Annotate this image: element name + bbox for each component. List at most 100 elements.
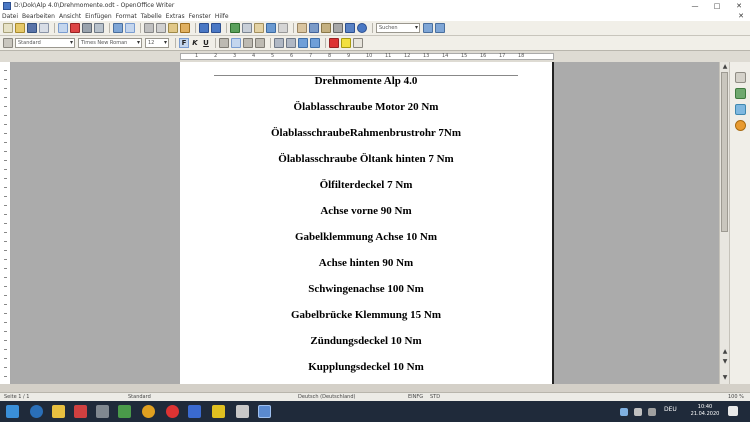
- sidebar-gallery-icon[interactable]: [735, 104, 746, 115]
- find-replace-icon[interactable]: [297, 23, 307, 33]
- volume-icon[interactable]: [634, 408, 642, 416]
- close-button[interactable]: ✕: [728, 0, 750, 11]
- minimize-button[interactable]: —: [684, 0, 706, 11]
- file-explorer-icon[interactable]: [52, 405, 65, 418]
- taskbar-app-icon[interactable]: [212, 405, 225, 418]
- taskbar-app-icon[interactable]: [96, 405, 109, 418]
- italic-button[interactable]: K: [190, 38, 200, 48]
- align-right-icon[interactable]: [243, 38, 253, 48]
- highlight-icon[interactable]: [341, 38, 351, 48]
- find-next-icon[interactable]: [423, 23, 433, 33]
- image-icon[interactable]: [254, 23, 264, 33]
- font-color-icon[interactable]: [329, 38, 339, 48]
- increase-indent-icon[interactable]: [310, 38, 320, 48]
- paste-icon[interactable]: [168, 23, 178, 33]
- menu-file[interactable]: Datei: [2, 13, 18, 20]
- copy-icon[interactable]: [156, 23, 166, 33]
- document-line[interactable]: Ölfilterdeckel 7 Nm: [180, 179, 552, 205]
- bullets-icon[interactable]: [286, 38, 296, 48]
- numbering-icon[interactable]: [274, 38, 284, 48]
- vertical-scrollbar[interactable]: ▲ ▲ ▼ ▼: [719, 62, 729, 384]
- document-line[interactable]: Kupplungsdeckel 10 Nm: [180, 361, 552, 384]
- vertical-ruler[interactable]: [0, 62, 11, 384]
- redo-icon[interactable]: [211, 23, 221, 33]
- sidebar-navigator-icon[interactable]: [735, 120, 746, 131]
- document-line[interactable]: ÖlablasschraubeRahmenbrustrohr 7Nm: [180, 127, 552, 153]
- save-icon[interactable]: [27, 23, 37, 33]
- justify-icon[interactable]: [255, 38, 265, 48]
- print-icon[interactable]: [82, 23, 92, 33]
- nonprinting-chars-icon[interactable]: [333, 23, 343, 33]
- decrease-indent-icon[interactable]: [298, 38, 308, 48]
- horizontal-ruler[interactable]: 1 2 3 4 5 6 7 8 9 10 11 12 13 14 15 16 17 18: [0, 51, 750, 62]
- scroll-thumb[interactable]: [721, 72, 728, 232]
- status-insert-mode[interactable]: EINFG: [408, 394, 423, 400]
- export-pdf-icon[interactable]: [70, 23, 80, 33]
- table-icon[interactable]: [242, 23, 252, 33]
- taskbar-app-icon[interactable]: [142, 405, 155, 418]
- email-icon[interactable]: [39, 23, 49, 33]
- new-document-icon[interactable]: [3, 23, 13, 33]
- taskbar-app-icon[interactable]: [74, 405, 87, 418]
- status-selection-mode[interactable]: STD: [430, 394, 440, 400]
- scroll-up-icon[interactable]: ▲: [721, 63, 729, 71]
- document-line[interactable]: Achse vorne 90 Nm: [180, 205, 552, 231]
- maximize-button[interactable]: □: [706, 0, 728, 11]
- navigator-icon[interactable]: [309, 23, 319, 33]
- background-color-icon[interactable]: [353, 38, 363, 48]
- input-language[interactable]: DEU: [664, 406, 677, 413]
- close-document-icon[interactable]: ✕: [738, 12, 744, 20]
- autospell-icon[interactable]: [125, 23, 135, 33]
- underline-button[interactable]: U: [201, 38, 211, 48]
- system-clock[interactable]: 10:40 21.04.2020: [687, 404, 723, 418]
- document-line[interactable]: Ölablasschraube Motor 20 Nm: [180, 101, 552, 127]
- find-previous-icon[interactable]: [435, 23, 445, 33]
- chart-icon[interactable]: [266, 23, 276, 33]
- gallery-icon[interactable]: [321, 23, 331, 33]
- undo-icon[interactable]: [199, 23, 209, 33]
- menu-table[interactable]: Tabelle: [141, 13, 162, 20]
- paragraph-style-select[interactable]: Standard: [15, 38, 75, 48]
- document-line[interactable]: Ölablasschraube Öltank hinten 7 Nm: [180, 153, 552, 179]
- scroll-down-page-icon[interactable]: ▼: [721, 358, 729, 366]
- align-center-icon[interactable]: [231, 38, 241, 48]
- document-line[interactable]: Zündungsdeckel 10 Nm: [180, 335, 552, 361]
- styles-icon[interactable]: [3, 38, 13, 48]
- spellcheck-icon[interactable]: [113, 23, 123, 33]
- help-icon[interactable]: [357, 23, 367, 33]
- notifications-icon[interactable]: [728, 406, 738, 416]
- edit-mode-icon[interactable]: [58, 23, 68, 33]
- open-folder-icon[interactable]: [15, 23, 25, 33]
- document-line[interactable]: Gabelbrücke Klemmung 15 Nm: [180, 309, 552, 335]
- windows-start-icon[interactable]: [6, 405, 19, 418]
- taskbar-app-icon[interactable]: [188, 405, 201, 418]
- menu-window[interactable]: Fenster: [189, 13, 211, 20]
- tray-icon[interactable]: [648, 408, 656, 416]
- document-line[interactable]: Schwingenachse 100 Nm: [180, 283, 552, 309]
- edge-browser-icon[interactable]: [30, 405, 43, 418]
- sidebar-properties-icon[interactable]: [735, 72, 746, 83]
- status-language[interactable]: Deutsch (Deutschland): [298, 394, 355, 400]
- print-preview-icon[interactable]: [94, 23, 104, 33]
- format-paintbrush-icon[interactable]: [180, 23, 190, 33]
- document-page[interactable]: Drehmomente Alp 4.0 Ölablasschraube Moto…: [180, 62, 554, 384]
- document-heading[interactable]: Drehmomente Alp 4.0: [180, 75, 552, 101]
- document-line[interactable]: Achse hinten 90 Nm: [180, 257, 552, 283]
- menu-format[interactable]: Format: [116, 13, 137, 20]
- document-line[interactable]: Gabelklemmung Achse 10 Nm: [180, 231, 552, 257]
- font-size-select[interactable]: 12: [145, 38, 169, 48]
- font-name-select[interactable]: Times New Roman: [78, 38, 142, 48]
- menu-insert[interactable]: Einfügen: [85, 13, 111, 20]
- bold-button[interactable]: F: [179, 38, 189, 48]
- scroll-up-page-icon[interactable]: ▲: [721, 348, 729, 356]
- cut-icon[interactable]: [144, 23, 154, 33]
- taskbar-app-icon[interactable]: [118, 405, 131, 418]
- menu-view[interactable]: Ansicht: [59, 13, 81, 20]
- menu-edit[interactable]: Bearbeiten: [22, 13, 55, 20]
- draw-functions-icon[interactable]: [278, 23, 288, 33]
- search-input[interactable]: Suchen: [376, 23, 420, 33]
- align-left-icon[interactable]: [219, 38, 229, 48]
- menu-tools[interactable]: Extras: [166, 13, 185, 20]
- document-text[interactable]: Drehmomente Alp 4.0 Ölablasschraube Moto…: [180, 75, 552, 384]
- taskbar-app-icon[interactable]: [236, 405, 249, 418]
